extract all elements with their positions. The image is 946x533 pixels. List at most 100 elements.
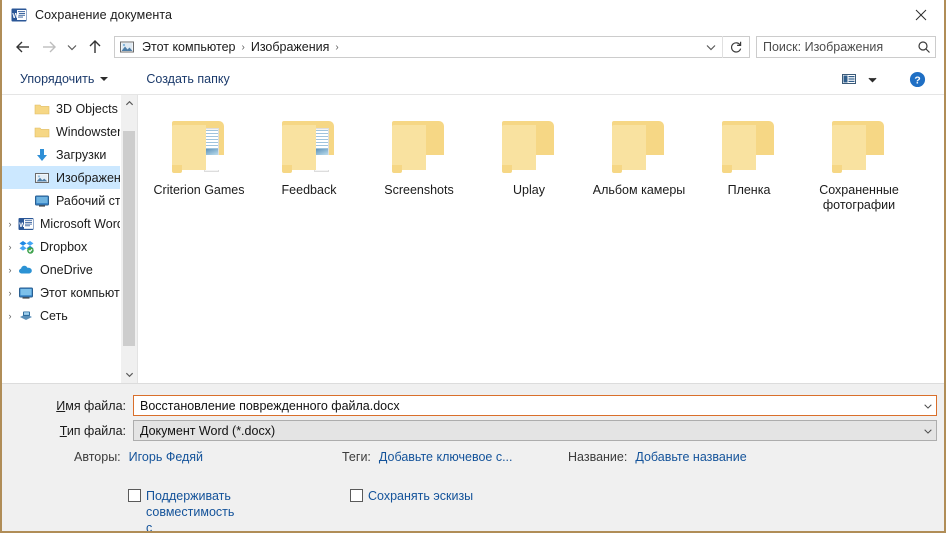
chevron-right-icon[interactable]: › — [2, 219, 18, 229]
sidebar-item-windowsten[interactable]: Windowsten.ru — [2, 120, 137, 143]
filename-label-accel: И — [56, 398, 66, 413]
compatibility-checkbox[interactable] — [128, 489, 141, 502]
back-button[interactable] — [10, 34, 36, 60]
search-box[interactable]: Поиск: Изображения — [756, 36, 936, 58]
pictures-folder-icon — [119, 39, 135, 55]
compatibility-checkbox-row[interactable]: Поддерживать совместимость с предыдущими — [128, 488, 238, 531]
chevron-down-icon[interactable] — [919, 401, 936, 411]
sidebar-item-this-pc[interactable]: › Этот компьютер — [2, 281, 137, 304]
authors-label: Авторы: — [74, 450, 121, 464]
chevron-down-icon — [67, 45, 77, 51]
up-button[interactable] — [82, 34, 108, 60]
folder-icon — [384, 115, 454, 177]
list-item[interactable]: Feedback — [254, 109, 364, 229]
arrow-right-icon — [43, 41, 56, 53]
filetype-row: Тип файла: Документ Word (*.docx) — [54, 420, 938, 441]
sidebar-item-desktop[interactable]: Рабочий стол — [2, 189, 137, 212]
list-item[interactable]: Uplay — [474, 109, 584, 229]
title-value[interactable]: Добавьте название — [635, 450, 746, 464]
thumbnails-checkbox-row[interactable]: Сохранять эскизы — [350, 488, 473, 504]
list-item[interactable]: Screenshots — [364, 109, 474, 229]
filename-row: Имя файла: Восстановление поврежденного … — [54, 395, 938, 416]
onedrive-icon — [18, 262, 34, 278]
chevron-right-icon[interactable]: › — [2, 288, 18, 298]
scroll-up-button[interactable] — [121, 95, 137, 112]
close-button[interactable] — [898, 0, 944, 30]
network-icon — [18, 308, 34, 324]
dropbox-icon — [18, 239, 34, 255]
refresh-icon — [730, 41, 742, 53]
search-icon — [913, 40, 935, 54]
list-item[interactable]: Criterion Games — [144, 109, 254, 229]
chevron-right-icon[interactable]: › — [2, 311, 18, 321]
recent-locations-button[interactable] — [62, 34, 82, 60]
compatibility-checkbox-label[interactable]: Поддерживать совместимость с предыдущими — [146, 488, 238, 531]
filename-input[interactable]: Восстановление поврежденного файла.docx — [133, 395, 937, 416]
file-list-pane[interactable]: Criterion Games Feedback Screenshots Upl… — [138, 95, 944, 383]
search-input[interactable]: Поиск: Изображения — [757, 40, 913, 54]
sidebar-item-label: Сеть — [40, 308, 68, 323]
address-dropdown-button[interactable] — [700, 37, 722, 57]
scroll-down-button[interactable] — [121, 366, 137, 383]
sidebar-item-downloads[interactable]: Загрузки — [2, 143, 137, 166]
folder-name: Пленка — [727, 183, 771, 197]
sidebar-scrollbar[interactable] — [120, 95, 137, 383]
folder-icon — [34, 124, 50, 140]
new-folder-button[interactable]: Создать папку — [138, 67, 237, 91]
refresh-button[interactable] — [722, 36, 749, 58]
sidebar-item-label: Microsoft Word — [40, 216, 124, 231]
sidebar-item-dropbox[interactable]: › Dropbox — [2, 235, 137, 258]
computer-icon — [18, 285, 34, 301]
filetype-value[interactable]: Документ Word (*.docx) — [134, 424, 919, 438]
scrollbar-thumb[interactable] — [123, 131, 135, 346]
address-bar[interactable]: Этот компьютер › Изображения › — [114, 36, 750, 58]
view-dropdown-button[interactable] — [862, 67, 882, 91]
sidebar-item-microsoft-word[interactable]: › W Microsoft Word — [2, 212, 137, 235]
folder-icon — [494, 115, 564, 177]
breadcrumb-separator: › — [241, 41, 245, 53]
chevron-down-icon[interactable] — [919, 426, 936, 436]
sidebar-item-label: OneDrive — [40, 262, 93, 277]
sidebar-item-pictures[interactable]: Изображения — [2, 166, 137, 189]
arrow-left-icon — [16, 41, 29, 53]
chevron-down-icon — [125, 372, 133, 378]
help-button[interactable]: ? — [902, 67, 932, 91]
chevron-right-icon[interactable]: › — [2, 242, 18, 252]
new-folder-label: Создать папку — [146, 72, 230, 86]
title-label: Название: — [568, 450, 628, 464]
folder-name: Альбом камеры — [592, 183, 686, 197]
breadcrumb-item-1[interactable]: Изображения — [248, 40, 333, 54]
sidebar-item-network[interactable]: › Сеть — [2, 304, 137, 327]
change-view-button[interactable] — [836, 67, 862, 91]
svg-text:W: W — [12, 13, 19, 20]
window-title: Сохранение документа — [35, 8, 173, 22]
pictures-icon — [34, 170, 50, 186]
title-bar: W Сохранение документа — [2, 0, 944, 30]
list-item[interactable]: Пленка — [694, 109, 804, 229]
filename-value[interactable]: Восстановление поврежденного файла.docx — [134, 399, 919, 413]
list-item[interactable]: Сохраненные фотографии — [804, 109, 914, 229]
sidebar-item-label: Загрузки — [56, 147, 107, 162]
navigation-bar: Этот компьютер › Изображения › Поиск: Из… — [2, 30, 944, 64]
folder-name: Screenshots — [384, 183, 454, 197]
chevron-right-icon[interactable]: › — [2, 265, 18, 275]
sidebar-item-3d-objects[interactable]: 3D Objects — [2, 97, 137, 120]
folder-icon — [604, 115, 674, 177]
folder-name: Feedback — [281, 183, 337, 197]
list-item[interactable]: Альбом камеры — [584, 109, 694, 229]
tags-value[interactable]: Добавьте ключевое с... — [379, 450, 513, 464]
filetype-select[interactable]: Документ Word (*.docx) — [133, 420, 937, 441]
breadcrumb-item-0[interactable]: Этот компьютер — [139, 40, 238, 54]
thumbnails-checkbox[interactable] — [350, 489, 363, 502]
word-icon: W — [18, 216, 34, 232]
folder-icon — [34, 101, 50, 117]
forward-button[interactable] — [36, 34, 62, 60]
title-field: Название: Добавьте название — [568, 450, 747, 464]
filetype-label: Тип файла: — [54, 424, 126, 438]
authors-value[interactable]: Игорь Федяй — [129, 450, 203, 464]
organize-label: Упорядочить — [20, 72, 95, 86]
thumbnails-checkbox-label[interactable]: Сохранять эскизы — [368, 488, 473, 504]
sidebar-item-onedrive[interactable]: › OneDrive — [2, 258, 137, 281]
organize-button[interactable]: Упорядочить — [12, 67, 116, 91]
tags-field: Теги: Добавьте ключевое с... — [342, 450, 513, 464]
